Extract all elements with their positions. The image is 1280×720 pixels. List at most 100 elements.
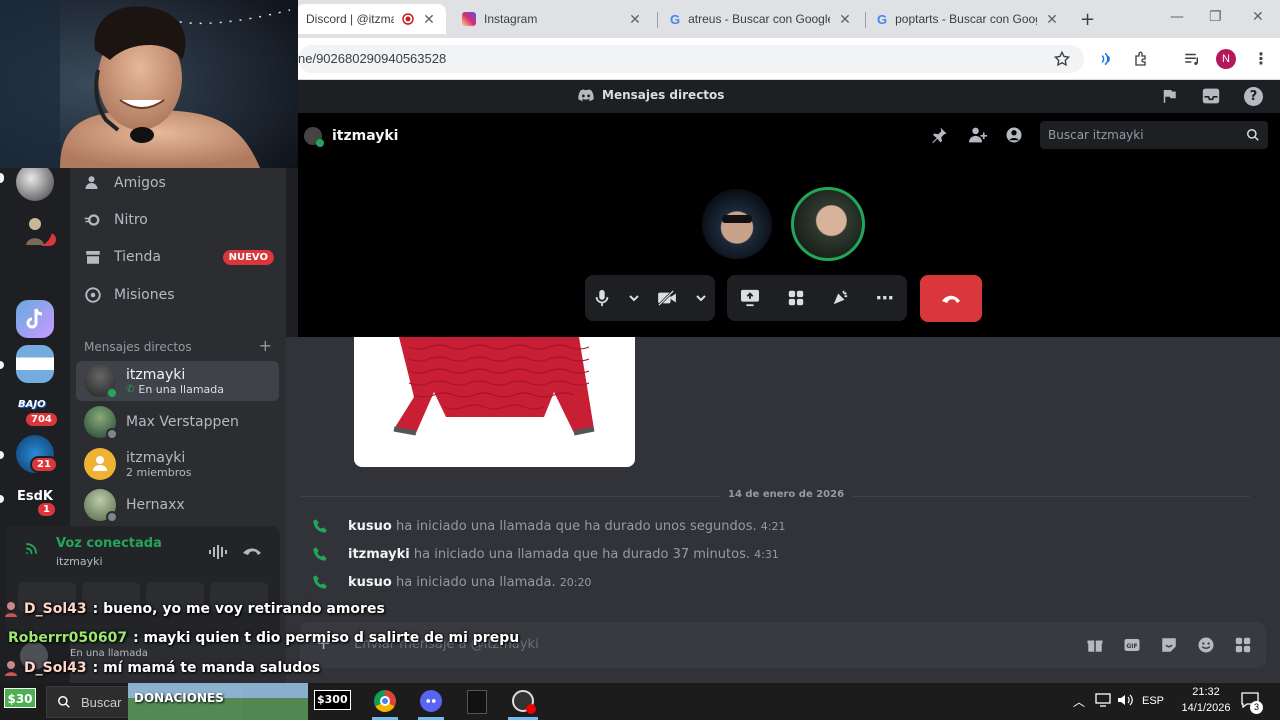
noise-suppression-icon[interactable] bbox=[208, 544, 228, 560]
channel-header: itzmayki bbox=[304, 127, 399, 147]
nav-label: Nitro bbox=[114, 212, 148, 228]
pin-icon[interactable] bbox=[930, 126, 948, 144]
tab-discord[interactable]: Discord | @itzmayki ✕ bbox=[296, 4, 446, 34]
chrome-menu-icon[interactable]: ⋮ bbox=[1253, 49, 1269, 68]
channel-name: itzmayki bbox=[332, 128, 399, 144]
user-status: En una llamada bbox=[70, 648, 148, 659]
call-participant-avatar-speaking[interactable] bbox=[791, 187, 865, 261]
message-author[interactable]: itzmayki bbox=[348, 547, 410, 562]
gif-icon[interactable]: GIF bbox=[1123, 636, 1141, 654]
chevron-down-icon[interactable] bbox=[696, 294, 706, 302]
call-log-message: kusuo ha iniciado una llamada. 20:20 bbox=[312, 574, 591, 590]
signal-icon bbox=[24, 538, 42, 556]
server-icon-tiktok[interactable] bbox=[16, 300, 54, 338]
soundboard-icon[interactable] bbox=[831, 289, 849, 307]
streamer-webcam bbox=[0, 0, 298, 168]
close-tab-icon[interactable]: ✕ bbox=[422, 11, 436, 28]
address-bar[interactable]: ne/902680290940563528 bbox=[298, 45, 1084, 73]
discord-taskbar-icon[interactable] bbox=[420, 690, 442, 712]
message-time: 4:21 bbox=[760, 519, 786, 533]
tab-google-atreus[interactable]: G atreus - Buscar con Google ✕ bbox=[660, 4, 862, 34]
add-friend-icon[interactable] bbox=[968, 126, 988, 144]
close-tab-icon[interactable]: ✕ bbox=[628, 11, 642, 28]
extension-audio-icon[interactable] bbox=[1098, 50, 1116, 68]
nav-label: Amigos bbox=[114, 175, 166, 191]
message-text: ha iniciado una llamada. bbox=[395, 574, 556, 590]
red-sweater-image bbox=[393, 337, 595, 436]
camera-off-icon[interactable] bbox=[657, 290, 677, 306]
server-icon-character[interactable] bbox=[18, 213, 52, 247]
call-log-message: itzmayki ha iniciado una llamada que ha … bbox=[312, 546, 779, 562]
more-options-icon[interactable]: ⋯ bbox=[876, 288, 894, 309]
voice-status[interactable]: Voz conectada bbox=[56, 536, 162, 551]
clock-date[interactable]: 14/1/2026 bbox=[1175, 702, 1237, 714]
apps-icon[interactable] bbox=[1234, 636, 1252, 654]
disconnect-icon[interactable] bbox=[242, 544, 262, 558]
hang-up-button[interactable] bbox=[920, 275, 982, 322]
language-indicator[interactable]: ESP bbox=[1142, 695, 1164, 707]
media-control-icon[interactable] bbox=[1183, 50, 1201, 68]
nav-friends[interactable]: Amigos bbox=[84, 166, 274, 200]
new-tab-button[interactable]: + bbox=[1080, 9, 1095, 30]
clock-time[interactable]: 21:32 bbox=[1184, 686, 1228, 698]
search-input[interactable]: Buscar itzmayki bbox=[1040, 121, 1268, 149]
close-tab-icon[interactable]: ✕ bbox=[838, 11, 852, 28]
emoji-icon[interactable] bbox=[1197, 636, 1215, 654]
nav-nitro[interactable]: Nitro bbox=[84, 203, 274, 237]
close-window-icon[interactable]: ✕ bbox=[1252, 9, 1264, 25]
profile-avatar[interactable]: N bbox=[1216, 49, 1236, 69]
dm-header-text: Mensajes directos bbox=[84, 340, 192, 354]
server-icon-bajo[interactable]: BAJO bbox=[18, 399, 46, 410]
call-participant-avatar[interactable] bbox=[702, 189, 772, 259]
dm-item-max-verstappen[interactable]: Max Verstappen bbox=[76, 402, 279, 442]
tab-title: Instagram bbox=[484, 12, 538, 26]
chevron-down-icon[interactable] bbox=[629, 294, 639, 302]
message-author[interactable]: kusuo bbox=[348, 575, 392, 590]
message-author[interactable]: kusuo bbox=[348, 519, 392, 534]
chat-username: D_Sol43 bbox=[24, 660, 87, 676]
epic-games-taskbar-icon[interactable] bbox=[467, 690, 487, 714]
tab-google-poptarts[interactable]: G poptarts - Buscar con Google ✕ bbox=[867, 4, 1069, 34]
url-text: ne/902680290940563528 bbox=[298, 51, 447, 66]
minimize-icon[interactable]: — bbox=[1170, 9, 1184, 25]
image-attachment[interactable] bbox=[354, 337, 635, 467]
activities-icon[interactable] bbox=[787, 289, 805, 307]
offline-status bbox=[106, 428, 118, 440]
server-icon-flag[interactable] bbox=[16, 345, 54, 383]
dm-name: Max Verstappen bbox=[126, 414, 239, 430]
dm-item-group[interactable]: itzmayki 2 miembros bbox=[76, 444, 279, 484]
gift-icon[interactable] bbox=[1086, 636, 1104, 654]
tab-title: atreus - Buscar con Google bbox=[688, 12, 830, 26]
create-dm-button[interactable]: + bbox=[259, 338, 272, 354]
voice-channel[interactable]: itzmayki bbox=[56, 555, 103, 568]
screenshare-icon[interactable] bbox=[740, 289, 760, 307]
viewer-avatar-icon bbox=[4, 660, 18, 676]
tray-chevron-up-icon[interactable]: ︿ bbox=[1073, 693, 1085, 710]
chrome-taskbar-icon[interactable] bbox=[374, 690, 396, 712]
close-tab-icon[interactable]: ✕ bbox=[1045, 11, 1059, 28]
sticker-icon[interactable] bbox=[1160, 636, 1178, 654]
flag-icon[interactable] bbox=[1160, 87, 1178, 105]
nav-shop[interactable]: Tienda NUEVO bbox=[84, 240, 274, 274]
notification-count: 3 bbox=[1250, 701, 1263, 714]
profile-icon[interactable] bbox=[1005, 126, 1023, 144]
help-icon[interactable]: ? bbox=[1244, 87, 1263, 106]
unread-pill bbox=[0, 451, 4, 459]
donations-label: DONACIONES bbox=[134, 691, 224, 705]
restore-icon[interactable]: ❐ bbox=[1209, 9, 1222, 25]
microphone-icon[interactable] bbox=[594, 289, 610, 307]
nav-quests[interactable]: Misiones bbox=[84, 278, 274, 312]
dm-members: 2 miembros bbox=[126, 465, 192, 479]
network-icon[interactable] bbox=[1095, 693, 1111, 707]
inbox-icon[interactable] bbox=[1201, 87, 1221, 105]
volume-icon[interactable] bbox=[1117, 693, 1133, 707]
server-icon-logo[interactable] bbox=[16, 163, 54, 201]
obs-taskbar-icon[interactable] bbox=[512, 690, 536, 714]
dm-item-itzmayki[interactable]: itzmayki ✆ En una llamada bbox=[76, 361, 279, 401]
dm-item-hernaxx[interactable]: Hernaxx bbox=[76, 485, 279, 525]
dm-title: Mensajes directos bbox=[578, 88, 724, 102]
chat-username: D_Sol43 bbox=[24, 601, 87, 617]
bookmark-star-icon[interactable] bbox=[1053, 50, 1071, 68]
tab-instagram[interactable]: Instagram ✕ bbox=[452, 4, 652, 34]
extensions-puzzle-icon[interactable] bbox=[1133, 50, 1151, 68]
